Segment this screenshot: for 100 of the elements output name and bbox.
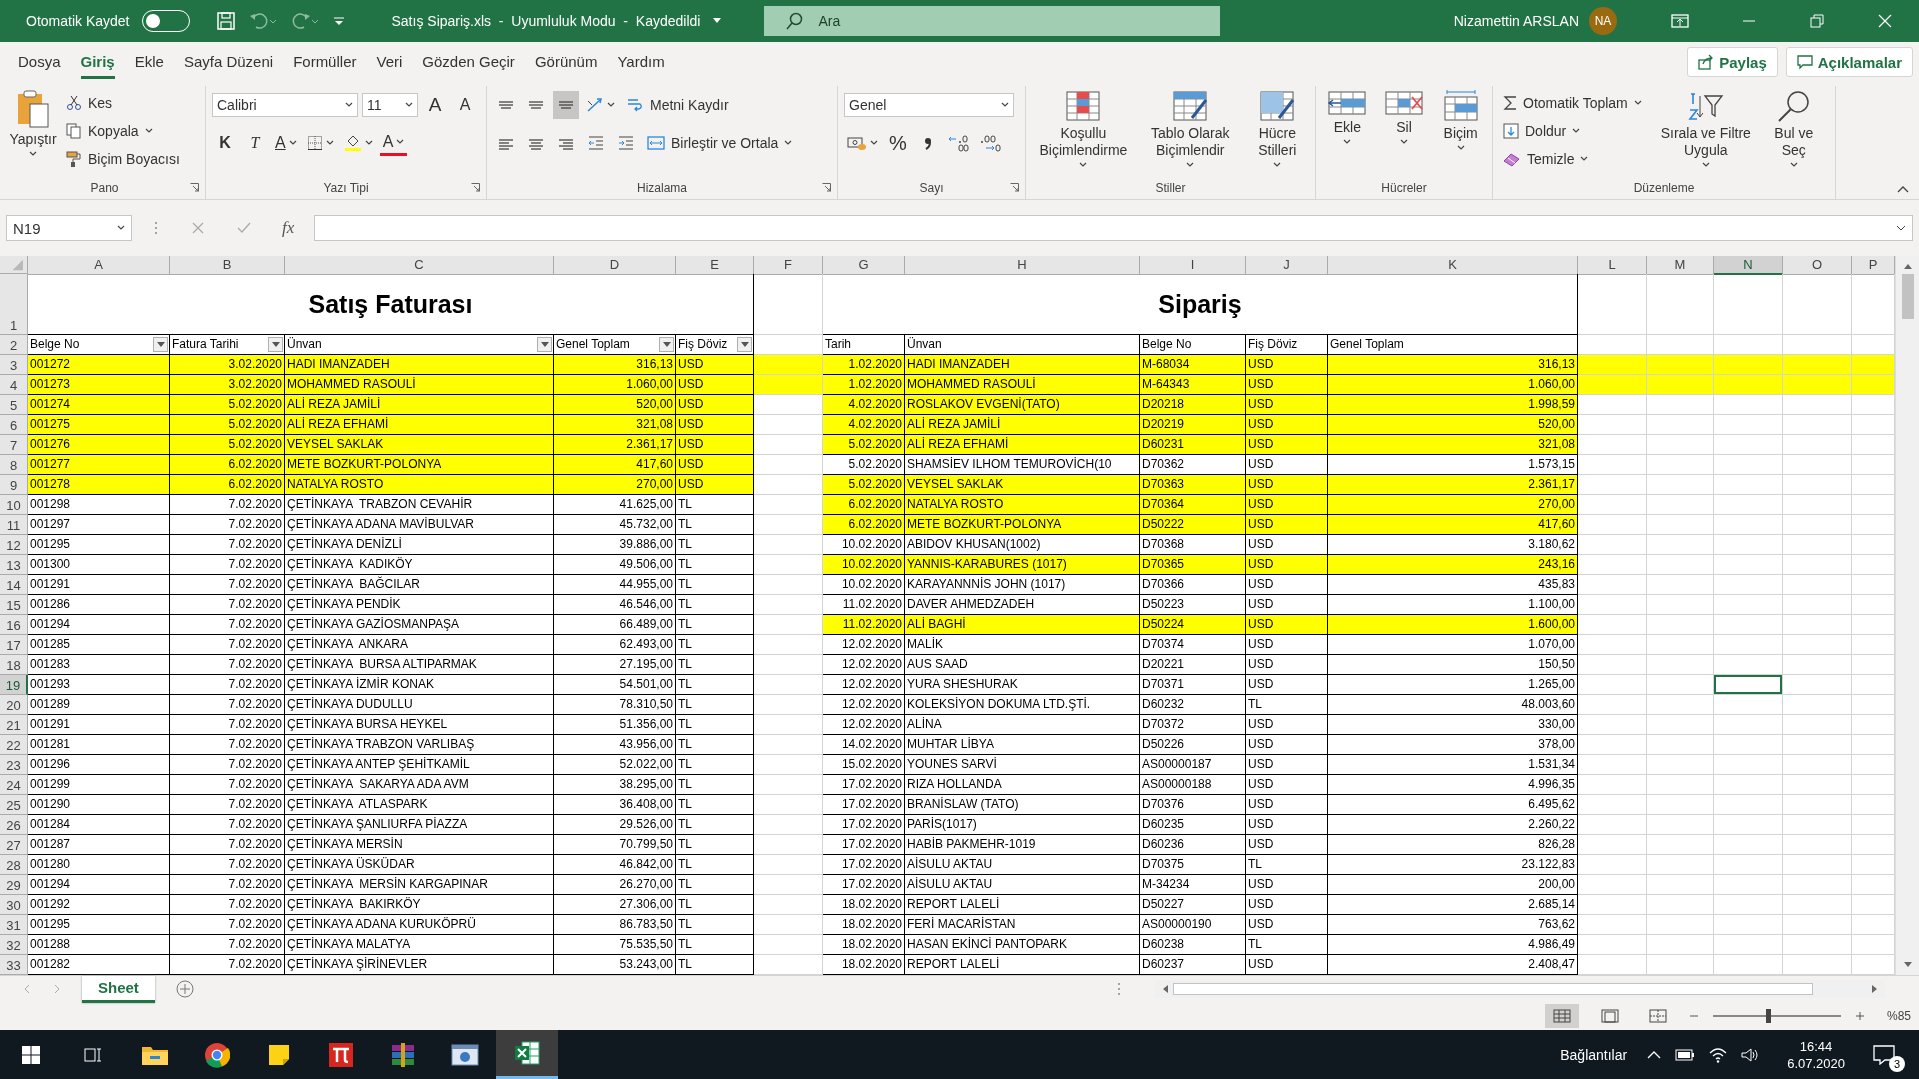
column-header[interactable]: C	[285, 256, 554, 275]
underline-button[interactable]: A	[272, 129, 300, 157]
browser-icon[interactable]	[204, 1041, 230, 1068]
cut-button[interactable]: Kes	[62, 90, 184, 116]
column-header[interactable]: F	[754, 256, 823, 275]
row-header[interactable]: 24	[0, 775, 28, 795]
row-header[interactable]: 33	[0, 955, 28, 975]
filter-button[interactable]	[268, 337, 283, 352]
row-header[interactable]: 11	[0, 515, 28, 535]
dialog-launcher-icon[interactable]	[471, 183, 480, 192]
windows-logo-icon[interactable]	[21, 1044, 41, 1065]
toolbar-label[interactable]: Bağlantılar	[1560, 1046, 1628, 1063]
view-button[interactable]	[1544, 1004, 1579, 1028]
zoom-level[interactable]: %85	[1886, 1009, 1911, 1023]
wrap-text-button[interactable]: Metni Kaydır	[622, 91, 733, 119]
row-header[interactable]: 32	[0, 935, 28, 955]
font-name-field[interactable]: Calibri	[212, 93, 358, 117]
filter-button[interactable]	[737, 337, 752, 352]
row-header[interactable]: 1	[0, 274, 28, 335]
pi-app-icon[interactable]	[328, 1041, 354, 1068]
close-icon[interactable]	[1877, 13, 1893, 29]
vertical-scrollbar[interactable]	[1895, 256, 1919, 975]
clear-button[interactable]: Temizle	[1499, 146, 1646, 172]
spreadsheet-app-icon[interactable]	[514, 1040, 540, 1066]
format-painter-button[interactable]: Biçim Boyacısı	[62, 146, 184, 172]
vertical-align-button[interactable]	[553, 91, 579, 119]
copy-button[interactable]: Kopyala	[62, 118, 184, 144]
column-header[interactable]: D	[554, 256, 676, 275]
user-avatar[interactable]: NA	[1589, 7, 1617, 35]
taskbar-button[interactable]	[496, 1030, 558, 1079]
caret-icon[interactable]	[1896, 225, 1906, 231]
insert-function-button[interactable]: fx	[282, 218, 295, 238]
decrease-font-button[interactable]: A	[452, 91, 478, 119]
chevron-up-icon[interactable]	[1647, 1049, 1662, 1060]
menu-tab[interactable]: Yardım	[617, 45, 665, 79]
format-cells-button[interactable]: Biçim	[1435, 86, 1486, 177]
filter-button[interactable]	[537, 337, 552, 352]
cell-styles-button[interactable]: Hücre Stilleri	[1245, 86, 1309, 177]
row-header[interactable]: 17	[0, 635, 28, 655]
row-header[interactable]: 6	[0, 415, 28, 435]
merge-center-button[interactable]: Birleştir ve Ortala	[643, 129, 797, 157]
paste-button[interactable]: Yapıştır	[10, 86, 56, 177]
row-header[interactable]: 8	[0, 455, 28, 475]
add-sheet-icon[interactable]	[174, 979, 195, 999]
find-select-button[interactable]: Bul ve Seç	[1765, 86, 1822, 177]
menu-tab[interactable]: Veri	[376, 45, 403, 79]
clock-date[interactable]: 6.07.2020	[1787, 1054, 1845, 1072]
dialog-launcher-icon[interactable]	[1010, 183, 1019, 192]
column-header[interactable]: E	[676, 256, 754, 275]
row-header[interactable]: 26	[0, 815, 28, 835]
active-cell[interactable]	[1714, 675, 1783, 695]
clock-time[interactable]: 16:44	[1799, 1037, 1833, 1055]
autosum-button[interactable]: Otomatik Toplam	[1499, 90, 1646, 116]
column-header[interactable]: H	[905, 256, 1140, 275]
slider-thumb[interactable]	[1766, 1009, 1771, 1023]
row-header[interactable]: 27	[0, 835, 28, 855]
italic-button[interactable]: T	[242, 129, 268, 157]
row-header[interactable]: 2	[0, 335, 28, 355]
column-header[interactable]: B	[170, 256, 285, 275]
customize-icon[interactable]	[331, 14, 346, 28]
name-box[interactable]: N19	[6, 215, 132, 241]
font-color-button[interactable]: A	[379, 130, 408, 156]
caret-icon[interactable]	[712, 18, 723, 24]
row-header[interactable]: 16	[0, 615, 28, 635]
column-header[interactable]: P	[1852, 256, 1895, 275]
row-header[interactable]: 31	[0, 915, 28, 935]
menu-tab[interactable]: Ekle	[134, 45, 164, 79]
menu-tab[interactable]: Giriş	[80, 45, 115, 79]
row-header[interactable]: 7	[0, 435, 28, 455]
menu-tab[interactable]: Gözden Geçir	[422, 45, 515, 79]
column-header[interactable]: M	[1647, 256, 1714, 275]
increase-font-button[interactable]: A	[422, 91, 448, 119]
row-header[interactable]: 30	[0, 895, 28, 915]
row-header[interactable]: 13	[0, 555, 28, 575]
row-header[interactable]: 28	[0, 855, 28, 875]
notification-icon[interactable]	[1873, 1044, 1895, 1065]
column-header[interactable]: I	[1140, 256, 1246, 275]
menu-tab[interactable]: Formüller	[293, 45, 357, 79]
window-app-icon[interactable]	[451, 1042, 479, 1067]
menu-tab[interactable]: Sayfa Düzeni	[183, 45, 274, 79]
archive-icon[interactable]	[390, 1041, 416, 1068]
save-icon[interactable]	[215, 11, 236, 31]
search-icon[interactable]	[786, 12, 805, 30]
collapse-ribbon-icon[interactable]	[1897, 185, 1909, 193]
format-table-button[interactable]: Tablo Olarak Biçimlendir	[1140, 86, 1240, 177]
dialog-launcher-icon[interactable]	[822, 183, 831, 192]
ribbon-display-icon[interactable]	[1671, 13, 1689, 29]
row-header[interactable]: 23	[0, 755, 28, 775]
insert-cells-button[interactable]: Ekle	[1322, 86, 1373, 177]
filter-button[interactable]	[659, 337, 674, 352]
bold-button[interactable]: K	[212, 129, 238, 157]
zoom-in-icon[interactable]	[1854, 1011, 1865, 1021]
column-header[interactable]: O	[1783, 256, 1852, 275]
column-header[interactable]: G	[823, 256, 905, 275]
column-header[interactable]: K	[1328, 256, 1578, 275]
restore-icon[interactable]	[1809, 13, 1825, 29]
search-field[interactable]: Ara	[764, 6, 1221, 36]
column-header[interactable]: J	[1246, 256, 1328, 275]
filter-button[interactable]	[153, 337, 168, 352]
row-header[interactable]: 15	[0, 595, 28, 615]
